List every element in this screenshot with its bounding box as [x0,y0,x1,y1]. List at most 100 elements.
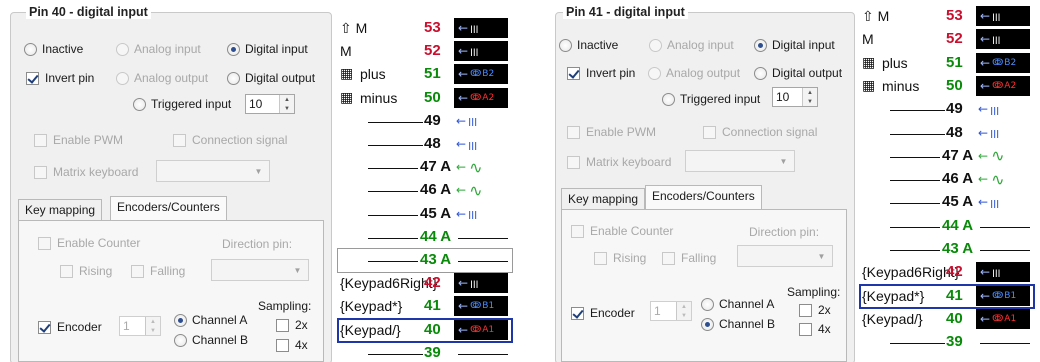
signal-icon: ← ꞁꞁꞁ [976,29,1030,50]
sampling-4x-checkbox[interactable]: 4x [799,322,831,336]
pin-row[interactable]: {Keypad6Right} 42 ← ꞁꞁꞁ [860,261,1040,285]
digital-output-radio[interactable]: Digital output [754,66,842,80]
pin-row[interactable]: 46 A ← ∿ [860,168,1040,192]
pin-connector-line [890,250,940,251]
pin-number: 44 A [420,227,452,245]
pin-row[interactable]: 47 A ← ∿ [860,145,1040,169]
pin-row[interactable]: 46 A ← ∿ [338,179,528,203]
pin-row[interactable]: {Keypad6Right} 42 ← ꞁꞁꞁ [338,272,528,296]
digital-input-radio[interactable]: Digital input [227,42,308,56]
pin-row[interactable]: 45 A ← ꞁꞁꞁ [338,203,528,227]
matrix-keyboard-select[interactable]: ▼ [156,160,270,182]
connection-signal-checkbox[interactable]: Connection signal [173,133,287,147]
pin-row[interactable]: 44 A [338,226,528,250]
pin-row[interactable]: 44 A [860,215,1040,239]
sampling-2x-checkbox[interactable]: 2x [799,303,831,317]
channel-b-radio[interactable]: Channel B [174,333,248,347]
pin-row[interactable]: ⇧ M 53 ← ꞁꞁꞁ [860,5,1040,29]
matrix-keyboard-checkbox[interactable]: Matrix keyboard [567,155,671,169]
pin-row[interactable]: M 52 ← ꞁꞁꞁ [860,28,1040,52]
pin-number: 50 [424,88,441,106]
invert-pin-checkbox[interactable]: Invert pin [26,71,94,85]
pin-row[interactable]: 43 A [860,238,1040,262]
pin-number: 53 [424,19,441,36]
tab-encoders-counters[interactable]: Encoders/Counters [110,196,227,220]
channel-a-radio[interactable]: Channel A [174,313,247,327]
pin-row[interactable]: {Keypad*} 41 ← ↂ B1 [338,295,528,319]
pin-connector-line [458,237,508,239]
pin-row[interactable]: ▦ plus 51 ← ↂ B2 [338,63,528,87]
falling-checkbox[interactable]: Falling [131,264,185,278]
signal-icon: ← ꞁꞁꞁ [454,18,508,38]
pin-row[interactable]: ▦ minus 50 ← ↂ A2 [860,75,1040,99]
triggered-input-stepper[interactable]: 10 ▲ ▼ [245,94,295,114]
panel-title: Pin 40 - digital input [26,5,151,19]
analog-output-radio[interactable]: Analog output [116,71,208,85]
pin-row[interactable]: M 52 ← ꞁꞁꞁ [338,40,528,64]
pin-number: 42 [946,263,963,281]
pin-41-panel: Pin 41 - digital input Inactive Analog i… [555,0,1040,362]
falling-checkbox[interactable]: Falling [662,251,716,265]
direction-pin-select[interactable]: ▼ [211,259,309,281]
pin-connector-line [368,237,418,239]
pin-row[interactable]: 45 A ← ꞁꞁꞁ [860,191,1040,215]
pin-number: 51 [424,65,441,83]
digital-input-radio[interactable]: Digital input [754,38,835,52]
pin-row[interactable]: ⇧ M 53 ← ꞁꞁꞁ [338,17,528,41]
sampling-4x-checkbox[interactable]: 4x [276,338,308,352]
enable-pwm-checkbox[interactable]: Enable PWM [567,125,656,139]
enable-counter-checkbox[interactable]: Enable Counter [38,236,140,250]
direction-pin-label: Direction pin: [749,225,820,239]
encoder-checkbox[interactable]: Encoder [571,306,635,320]
pin-assignment: ⇧ M [340,20,368,36]
encoder-stepper[interactable]: 1 ▲ ▼ [119,316,161,336]
rising-checkbox[interactable]: Rising [594,251,646,265]
pin-row[interactable]: 39 [338,342,528,362]
pin-row[interactable]: 47 A ← ∿ [338,156,528,180]
inactive-radio[interactable]: Inactive [559,38,618,52]
tab-key-mapping[interactable]: Key mapping [18,199,103,221]
tab-key-mapping[interactable]: Key mapping [561,188,646,210]
pin-40-panel: Pin 40 - digital input Inactive Analog i… [0,0,530,362]
analog-input-radio[interactable]: Analog input [649,38,734,52]
encoder-stepper[interactable]: 1 ▲ ▼ [650,301,692,321]
triggered-input-radio[interactable]: Triggered input [662,92,760,106]
pin-connector-line [890,226,940,228]
pin-row[interactable]: 39 [860,331,1040,355]
pin-number: 52 [946,30,963,48]
pin-connector-line [890,343,945,345]
analog-output-radio[interactable]: Analog output [648,66,740,80]
rising-checkbox[interactable]: Rising [60,264,112,278]
signal-icon: ← ꞁꞁꞁ [976,262,1030,283]
pin-row[interactable]: ▦ minus 50 ← ↂ A2 [338,87,528,111]
encoder-checkbox[interactable]: Encoder [38,320,102,334]
connection-signal-checkbox[interactable]: Connection signal [703,125,817,139]
analog-signal-icon: ← ∿ [978,169,1005,189]
enable-pwm-checkbox[interactable]: Enable PWM [34,133,123,147]
pin-connector-line [890,203,940,205]
pin-row[interactable]: 49 ← ꞁꞁꞁ [338,110,528,134]
pin-row[interactable]: {Keypad/} 40 ← ↂ A1 [860,308,1040,332]
digital-output-radio[interactable]: Digital output [227,71,315,85]
pin-connector-line [368,353,423,355]
pin-row[interactable]: 48 ← ꞁꞁꞁ [338,133,528,157]
enable-counter-checkbox[interactable]: Enable Counter [571,224,673,238]
pin-connector-line [368,168,418,170]
input-signal-icon: ← ꞁꞁꞁ [978,125,1000,140]
sampling-2x-checkbox[interactable]: 2x [276,318,308,332]
triggered-input-stepper[interactable]: 10 ▲ ▼ [772,87,818,107]
matrix-keyboard-checkbox[interactable]: Matrix keyboard [34,165,138,179]
pin-row[interactable]: 48 ← ꞁꞁꞁ [860,122,1040,146]
matrix-keyboard-select[interactable]: ▼ [685,150,795,172]
pin-number: 43 A [942,240,974,257]
triggered-input-radio[interactable]: Triggered input [133,97,231,111]
analog-input-radio[interactable]: Analog input [116,42,201,56]
tab-encoders-counters[interactable]: Encoders/Counters [645,185,762,209]
pin-row[interactable]: 49 ← ꞁꞁꞁ [860,98,1040,122]
direction-pin-select[interactable]: ▼ [737,245,833,267]
channel-b-radio[interactable]: Channel B [701,317,775,331]
channel-a-radio[interactable]: Channel A [701,297,774,311]
invert-pin-checkbox[interactable]: Invert pin [567,66,635,80]
pin-row[interactable]: ▦ plus 51 ← ↂ B2 [860,52,1040,76]
inactive-radio[interactable]: Inactive [24,42,83,56]
